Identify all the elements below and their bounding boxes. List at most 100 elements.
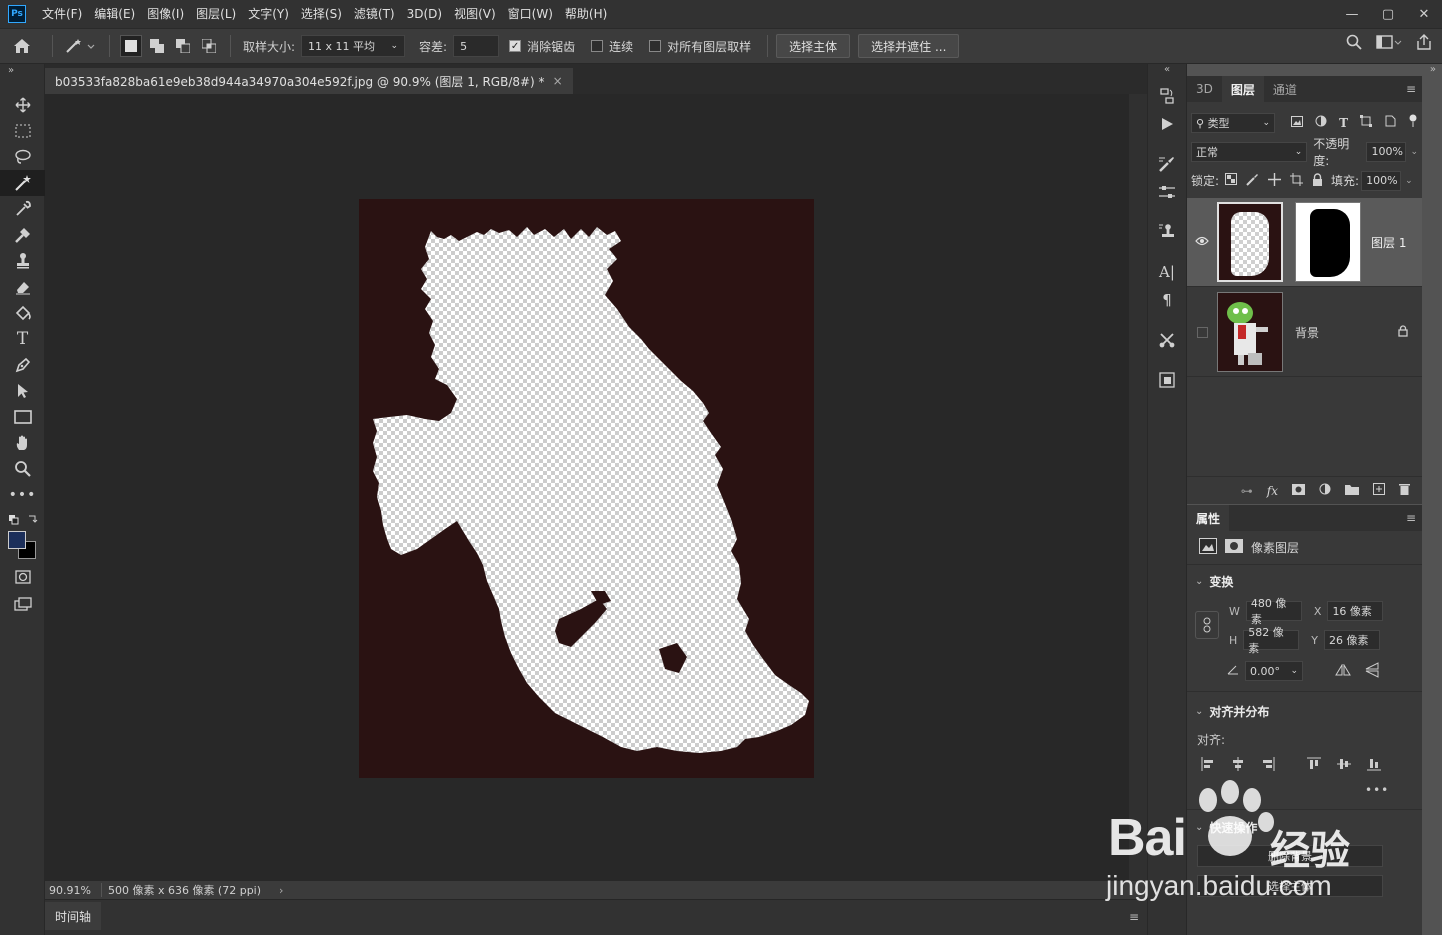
new-layer-icon[interactable]: [1373, 483, 1385, 498]
clone-source-icon[interactable]: [1148, 218, 1186, 246]
layer-thumbnail[interactable]: [1217, 292, 1283, 372]
y-input[interactable]: 26 像素: [1324, 630, 1381, 650]
zoom-tool-icon[interactable]: [0, 456, 45, 482]
expand-panel-icon[interactable]: »: [0, 64, 44, 92]
tab-layers[interactable]: 图层: [1221, 76, 1264, 102]
tab-channels[interactable]: 通道: [1264, 76, 1306, 102]
align-bottom-icon[interactable]: [1367, 757, 1381, 774]
share-icon[interactable]: [1416, 34, 1432, 53]
pen-tool-icon[interactable]: [0, 352, 45, 378]
filter-shape-icon[interactable]: [1360, 115, 1372, 130]
menu-layer[interactable]: 图层(L): [190, 0, 242, 28]
lock-artboard-icon[interactable]: [1290, 172, 1304, 189]
menu-window[interactable]: 窗口(W): [502, 0, 559, 28]
collapse-panel-icon[interactable]: «: [1148, 64, 1186, 82]
filter-adjustment-icon[interactable]: [1315, 115, 1327, 130]
select-subject-quick-button[interactable]: 选择主体: [1197, 875, 1383, 897]
character-icon[interactable]: A|: [1148, 258, 1186, 286]
path-selection-tool-icon[interactable]: [0, 378, 45, 404]
menu-type[interactable]: 文字(Y): [242, 0, 295, 28]
transform-section-header[interactable]: ⌄ 变换: [1187, 567, 1422, 596]
layer-name[interactable]: 背景: [1295, 324, 1319, 341]
filter-type-icon[interactable]: T: [1339, 116, 1348, 130]
chevron-down-icon[interactable]: ⌄: [1405, 176, 1413, 186]
menu-file[interactable]: 文件(F): [36, 0, 88, 28]
adjustments-icon[interactable]: [1148, 178, 1186, 206]
width-input[interactable]: 480 像素: [1245, 597, 1302, 626]
more-options-icon[interactable]: •••: [1365, 783, 1389, 797]
panel-menu-icon[interactable]: ≡: [1400, 76, 1422, 102]
x-input[interactable]: 16 像素: [1327, 601, 1384, 621]
layer-row[interactable]: 背景: [1187, 288, 1422, 377]
eye-icon[interactable]: [1187, 235, 1217, 249]
link-dimensions-icon[interactable]: [1195, 611, 1219, 639]
align-vcenter-icon[interactable]: [1337, 757, 1351, 774]
filter-pixel-icon[interactable]: [1291, 115, 1304, 130]
chevron-right-icon[interactable]: ›: [279, 884, 283, 897]
screen-mode-icon[interactable]: [0, 591, 45, 617]
layer-thumbnail[interactable]: [1217, 202, 1283, 282]
default-colors-icon[interactable]: [8, 514, 38, 526]
rectangle-tool-icon[interactable]: [0, 404, 45, 430]
close-tab-icon[interactable]: ×: [553, 74, 563, 88]
more-tools-icon[interactable]: •••: [0, 482, 45, 508]
filter-toggle-icon[interactable]: [1408, 114, 1418, 131]
menu-help[interactable]: 帮助(H): [559, 0, 613, 28]
lock-pixels-icon[interactable]: [1246, 173, 1259, 189]
visibility-toggle[interactable]: [1187, 326, 1217, 338]
tab-properties[interactable]: 属性: [1187, 505, 1230, 531]
tool-presets-icon[interactable]: [1148, 326, 1186, 354]
magic-wand-preset-icon[interactable]: [61, 31, 101, 61]
layer-row[interactable]: 图层 1: [1187, 198, 1422, 287]
tolerance-input[interactable]: 5: [453, 35, 500, 57]
remove-background-button[interactable]: 删除背景: [1197, 845, 1383, 867]
menu-view[interactable]: 视图(V): [448, 0, 502, 28]
panel-menu-icon[interactable]: ≡: [1400, 505, 1422, 531]
select-and-mask-button[interactable]: 选择并遮住 ...: [858, 34, 960, 58]
eraser-tool-icon[interactable]: [0, 274, 45, 300]
filter-smart-object-icon[interactable]: [1384, 115, 1396, 130]
search-icon[interactable]: [1346, 34, 1362, 53]
align-top-icon[interactable]: [1307, 757, 1321, 774]
stamp-tool-icon[interactable]: [0, 248, 45, 274]
quick-mask-icon[interactable]: [0, 564, 45, 590]
expand-right-icon[interactable]: »: [1430, 64, 1436, 75]
fill-input[interactable]: 100%: [1361, 170, 1402, 191]
panel-menu-icon[interactable]: ≡: [1129, 910, 1139, 924]
document-canvas[interactable]: [359, 199, 814, 778]
new-selection-icon[interactable]: [120, 35, 142, 57]
lock-position-icon[interactable]: [1268, 172, 1282, 189]
marquee-tool-icon[interactable]: [0, 118, 45, 144]
magic-wand-tool-icon[interactable]: [0, 170, 45, 196]
sample-size-select[interactable]: 11 x 11 平均 ⌄: [301, 35, 406, 57]
filter-kind-select[interactable]: ⚲ 类型 ⌄: [1191, 112, 1276, 133]
lock-transparent-icon[interactable]: [1225, 173, 1238, 188]
libraries-icon[interactable]: [1148, 366, 1186, 394]
minimize-button[interactable]: —: [1334, 0, 1370, 28]
hand-tool-icon[interactable]: [0, 430, 45, 456]
menu-3d[interactable]: 3D(D): [401, 0, 448, 28]
add-mask-icon[interactable]: [1292, 483, 1305, 498]
actions-play-icon[interactable]: [1148, 110, 1186, 138]
vertical-scrollbar[interactable]: [1129, 94, 1147, 881]
align-left-icon[interactable]: [1201, 757, 1215, 774]
fx-icon[interactable]: fx: [1267, 484, 1278, 498]
lasso-tool-icon[interactable]: [0, 144, 45, 170]
select-subject-button[interactable]: 选择主体: [776, 34, 851, 58]
home-icon[interactable]: [0, 31, 44, 61]
add-selection-icon[interactable]: [146, 35, 168, 57]
menu-edit[interactable]: 编辑(E): [88, 0, 141, 28]
flip-horizontal-icon[interactable]: [1335, 662, 1351, 679]
menu-select[interactable]: 选择(S): [295, 0, 348, 28]
align-right-icon[interactable]: [1261, 757, 1275, 774]
maximize-button[interactable]: ▢: [1370, 0, 1406, 28]
link-layers-icon[interactable]: ⊶: [1241, 484, 1253, 498]
angle-input[interactable]: 0.00° ⌄: [1245, 661, 1303, 681]
color-swatches[interactable]: [8, 531, 38, 561]
lock-all-icon[interactable]: [1312, 172, 1323, 189]
flip-vertical-icon[interactable]: [1365, 661, 1379, 681]
layer-mask-thumbnail[interactable]: [1295, 202, 1361, 282]
type-tool-icon[interactable]: T: [0, 326, 45, 352]
timeline-tab[interactable]: 时间轴: [45, 902, 102, 930]
brush-settings-icon[interactable]: [1148, 150, 1186, 178]
